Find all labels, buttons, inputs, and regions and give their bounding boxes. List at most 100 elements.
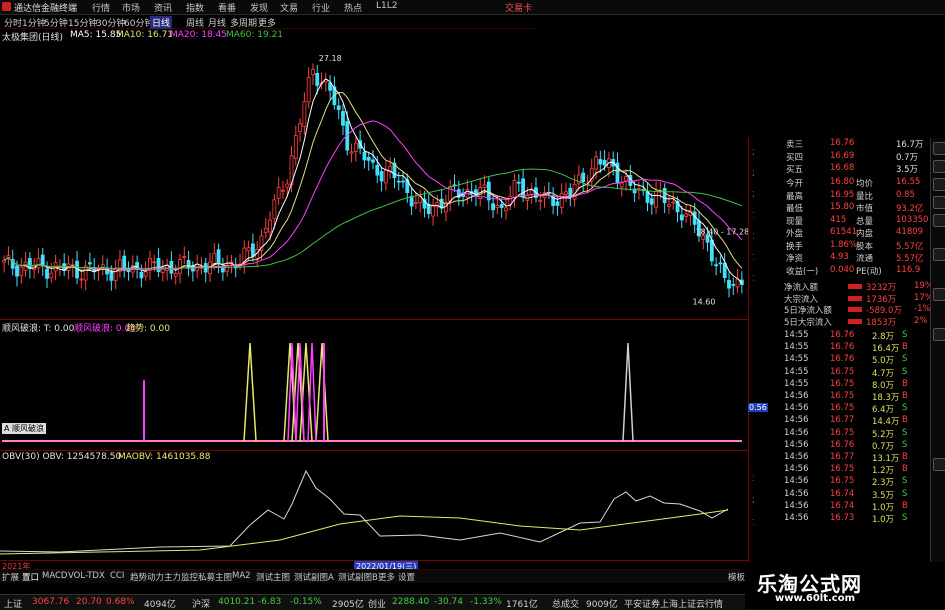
candle-body — [594, 156, 598, 170]
tick-side: S — [902, 366, 908, 377]
menu-index[interactable]: 指数 — [186, 1, 204, 14]
toolbar-item-11[interactable]: 测试副图B — [338, 571, 378, 583]
candle-body — [298, 123, 302, 133]
flow-value: 3232万 — [866, 283, 897, 293]
timeframe-6[interactable]: 日线 — [150, 16, 173, 29]
tick-time: 14:55 — [784, 330, 809, 340]
toolbar-item-6[interactable]: 主力监控 — [164, 571, 198, 583]
tick-side: B — [902, 464, 908, 475]
candle-body — [401, 180, 405, 183]
toolbar-item-7[interactable]: 私募主图 — [198, 571, 232, 583]
menu-discover[interactable]: 发现 — [250, 1, 268, 14]
quote-row: 净资 4.93 流通 5.57亿 — [754, 252, 930, 264]
candle-body — [182, 256, 187, 259]
tick-volume: 13.1万 — [872, 454, 900, 464]
tick-row: 14:55 16.75 8.0万 B — [754, 379, 930, 391]
tick-volume: 3.5万 — [872, 490, 895, 501]
tick-volume: 14.4万 — [872, 417, 900, 428]
indicator1-chart[interactable] — [0, 333, 748, 449]
candle-body — [336, 105, 341, 111]
template-button[interactable]: 模板 — [728, 571, 745, 583]
tick-price: 16.76 — [830, 342, 855, 353]
status-item-1: 3067.76 — [32, 597, 70, 607]
tick-side: S — [902, 354, 908, 365]
trade-card-button[interactable]: 交易卡 — [505, 1, 532, 14]
quote-value: 16.68 — [830, 163, 855, 173]
toolbar-item-13[interactable]: 设置 — [398, 571, 415, 583]
sidebar-info-icon[interactable] — [933, 196, 945, 209]
sidebar-more-icon[interactable] — [933, 458, 945, 471]
toolbar-item-2[interactable]: MACD — [42, 571, 67, 581]
flow-value: -589.0万 — [866, 306, 902, 316]
tick-row: 14:56 16.74 1.0万 B — [754, 501, 930, 513]
quote-panel: 卖三 16.76 16.7万 买四 16.69 0.7万 买五 16.68 3.5万 今开 16.8… — [754, 138, 933, 568]
quote-value: 61541 — [830, 227, 858, 237]
candle-body — [379, 171, 384, 182]
tick-volume: 2.3万 — [872, 478, 895, 489]
tick-row: 14:56 16.75 2.3万 S — [754, 476, 930, 489]
tick-price: 16.74 — [830, 488, 855, 499]
menu-trade[interactable]: 文易 — [280, 1, 298, 14]
obv-chart[interactable] — [0, 464, 748, 560]
quote-key: 今开 — [786, 179, 804, 189]
menu-hot[interactable]: 热点 — [344, 1, 362, 14]
menu-l1l2[interactable]: L1L2 — [376, 1, 397, 11]
menu-industry[interactable]: 行业 — [312, 1, 330, 14]
quote-key2: 股本 — [856, 241, 874, 252]
candle-body — [654, 191, 658, 208]
tick-time: 14:56 — [784, 488, 809, 499]
toolbar-item-10[interactable]: 测试副图A — [294, 571, 334, 583]
quote-key2: 均价 — [856, 179, 874, 189]
menu-kanfan[interactable]: 看番 — [218, 1, 236, 14]
sidebar-rsi-icon[interactable] — [933, 248, 945, 261]
toolbar-item-0[interactable]: 扩展 — [2, 571, 19, 583]
toolbar-item-8[interactable]: MA2 — [232, 571, 251, 581]
tick-price: 16.77 — [830, 452, 855, 462]
candle-body — [662, 188, 667, 204]
candle-body — [529, 189, 534, 195]
sidebar-news-icon[interactable] — [933, 178, 945, 191]
quote-key2: 内盘 — [856, 229, 874, 239]
toolbar-item-1[interactable]: 置口 — [22, 571, 39, 583]
tick-volume: 18.3万 — [872, 393, 900, 403]
tick-side: B — [902, 391, 908, 401]
menu-hq[interactable]: 行情 — [92, 1, 110, 14]
timeframe-8[interactable]: 月线 — [206, 16, 228, 29]
candle-body — [19, 266, 24, 276]
sidebar-list-icon[interactable] — [933, 160, 945, 173]
toolbar-item-4[interactable]: CCI — [110, 571, 124, 581]
candle-body — [302, 101, 307, 127]
tick-time: 14:56 — [784, 415, 809, 426]
quote-row: 换手 1.86% 股本 5.57亿 — [754, 240, 930, 252]
toolbar-item-9[interactable]: 测试主图 — [256, 571, 290, 583]
menu-news[interactable]: 资讯 — [154, 1, 172, 14]
toolbar-item-3[interactable]: VOL-TDX — [68, 571, 105, 581]
sidebar-setting-icon[interactable] — [933, 328, 945, 341]
sidebar-fund-icon[interactable] — [933, 214, 945, 227]
candle-body — [499, 204, 504, 208]
status-item-9: 2905亿 — [332, 600, 364, 610]
status-item-3: 0.68% — [106, 597, 135, 607]
candle-body — [2, 259, 7, 263]
ma-legend: 太极集团(日线) MA5: 15.85 MA10: 16.71 MA20: 18… — [0, 29, 540, 43]
menu-market[interactable]: 市场 — [122, 1, 140, 14]
candle-body — [311, 69, 315, 76]
timeframe-10[interactable]: 更多 — [256, 16, 278, 29]
kline-chart[interactable]: 27.18 14.60 18.40 - 17.28 — [0, 42, 748, 318]
tick-time: 14:55 — [784, 354, 809, 365]
candle-body — [692, 211, 697, 225]
tick-row: 14:56 16.75 1.2万 B — [754, 464, 930, 476]
timeframe-9[interactable]: 多周期 — [228, 16, 259, 29]
timeframe-7[interactable]: 周线 — [184, 16, 206, 29]
tick-time: 14:56 — [784, 427, 809, 438]
status-item-10: 创业 — [368, 600, 387, 610]
quote-row: 收益(一) 0.040 PE(动) 116.9 — [754, 265, 930, 277]
tick-price: 16.75 — [830, 403, 855, 414]
toolbar-item-12[interactable]: 更多 — [378, 571, 395, 583]
sidebar-chart-icon[interactable] — [933, 142, 945, 155]
status-item-8: -0.15% — [290, 597, 322, 607]
toolbar-item-5[interactable]: 趋势动力 — [130, 571, 164, 583]
sidebar-tool-icon[interactable] — [933, 288, 945, 301]
candle-body — [353, 142, 358, 152]
tick-volume: 1.0万 — [872, 515, 895, 525]
